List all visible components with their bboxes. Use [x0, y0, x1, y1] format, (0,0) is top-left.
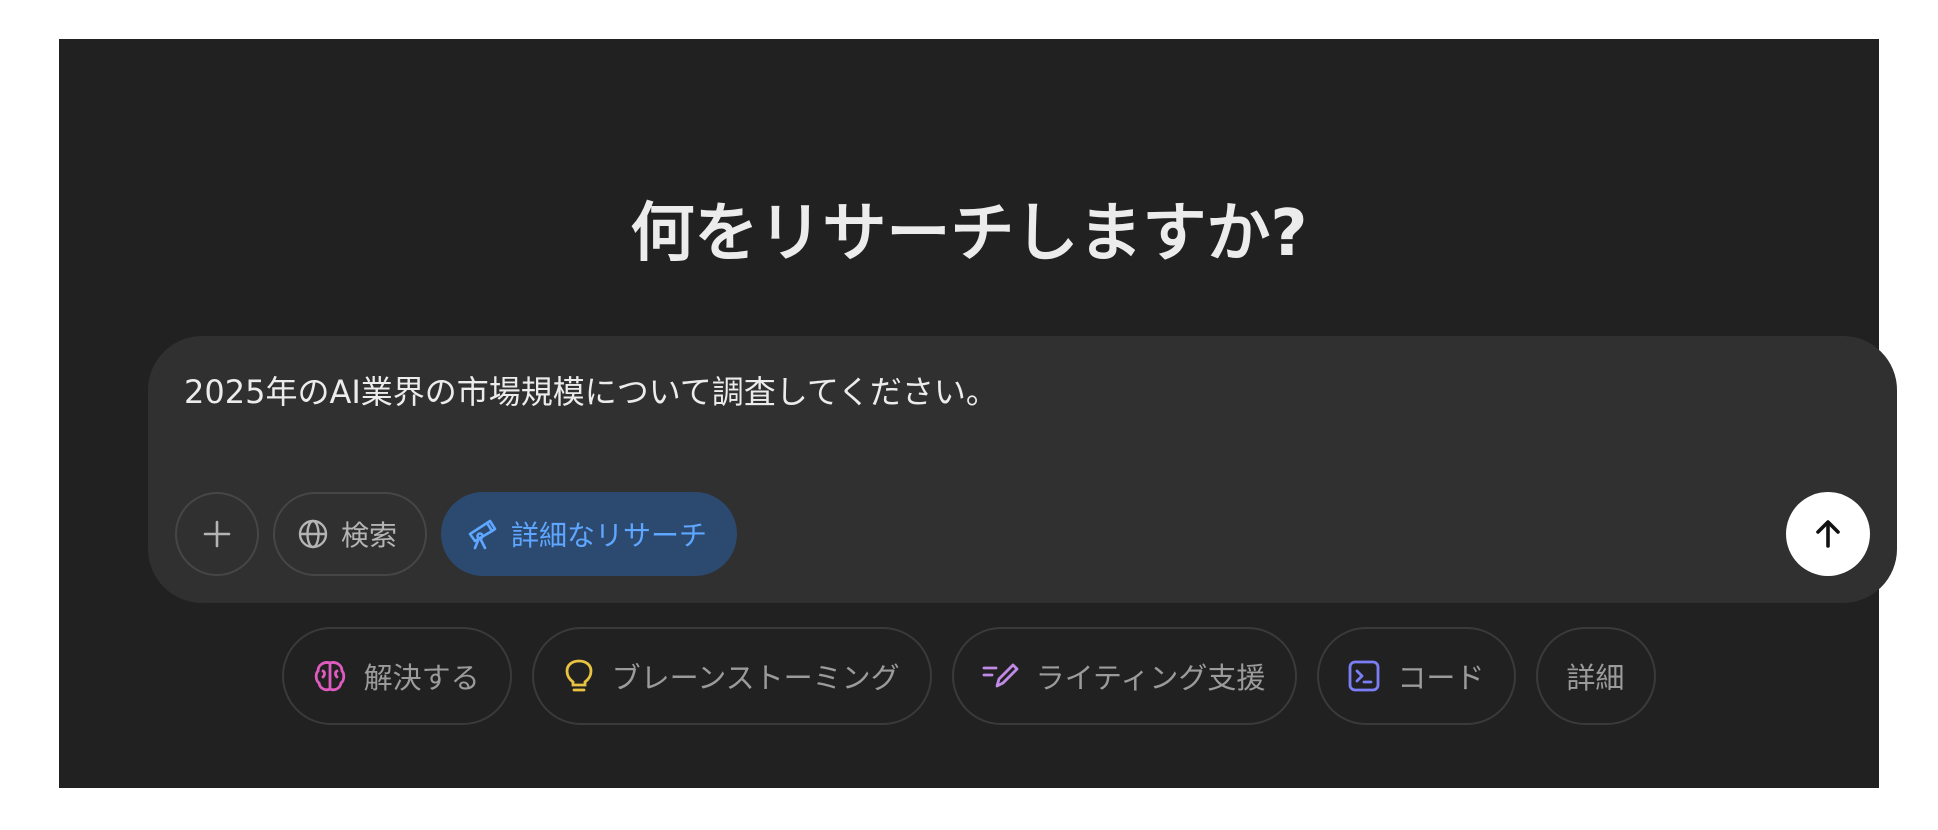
- deep-research-button[interactable]: 詳細なリサーチ: [441, 492, 738, 576]
- search-button-label: 検索: [341, 519, 398, 552]
- prompt-input[interactable]: 2025年のAI業界の市場規模について調査してください。: [184, 370, 998, 414]
- main-panel: 何をリサーチしますか? 2025年のAI業界の市場規模について調査してください。: [59, 39, 1897, 788]
- lightbulb-icon: [562, 658, 596, 694]
- add-button[interactable]: [175, 492, 259, 576]
- suggestion-code[interactable]: コード: [1317, 627, 1517, 725]
- page-title: 何をリサーチしますか?: [630, 197, 1308, 271]
- arrow-up-icon: [1811, 517, 1845, 551]
- pen-icon: [982, 661, 1020, 691]
- suggestion-code-label: コード: [1397, 661, 1485, 695]
- deep-research-button-label: 詳細なリサーチ: [511, 519, 708, 552]
- brain-icon: [312, 658, 348, 694]
- suggestion-more[interactable]: 詳細: [1536, 627, 1657, 725]
- search-button[interactable]: 検索: [273, 492, 428, 576]
- suggestion-chips: 解決する ブレーンストーミング ライティング支援 コード 詳細: [59, 627, 1879, 725]
- suggestion-brainstorm-label: ブレーンストーミング: [611, 661, 900, 695]
- suggestion-more-label: 詳細: [1566, 661, 1625, 695]
- suggestion-solve-label: 解決する: [363, 661, 480, 695]
- terminal-icon: [1347, 659, 1381, 693]
- suggestion-brainstorm[interactable]: ブレーンストーミング: [531, 627, 932, 725]
- suggestion-writing[interactable]: ライティング支援: [951, 627, 1298, 725]
- globe-icon: [297, 518, 329, 550]
- suggestion-solve[interactable]: 解決する: [281, 627, 512, 725]
- plus-icon: [202, 519, 232, 549]
- composer-toolbar: 検索 詳細なリサーチ: [175, 492, 738, 576]
- prompt-composer: 2025年のAI業界の市場規模について調査してください。 検索 詳細なリサーチ: [148, 336, 1897, 603]
- telescope-icon: [465, 517, 499, 551]
- send-button[interactable]: [1786, 492, 1870, 576]
- suggestion-writing-label: ライティング支援: [1035, 661, 1266, 695]
